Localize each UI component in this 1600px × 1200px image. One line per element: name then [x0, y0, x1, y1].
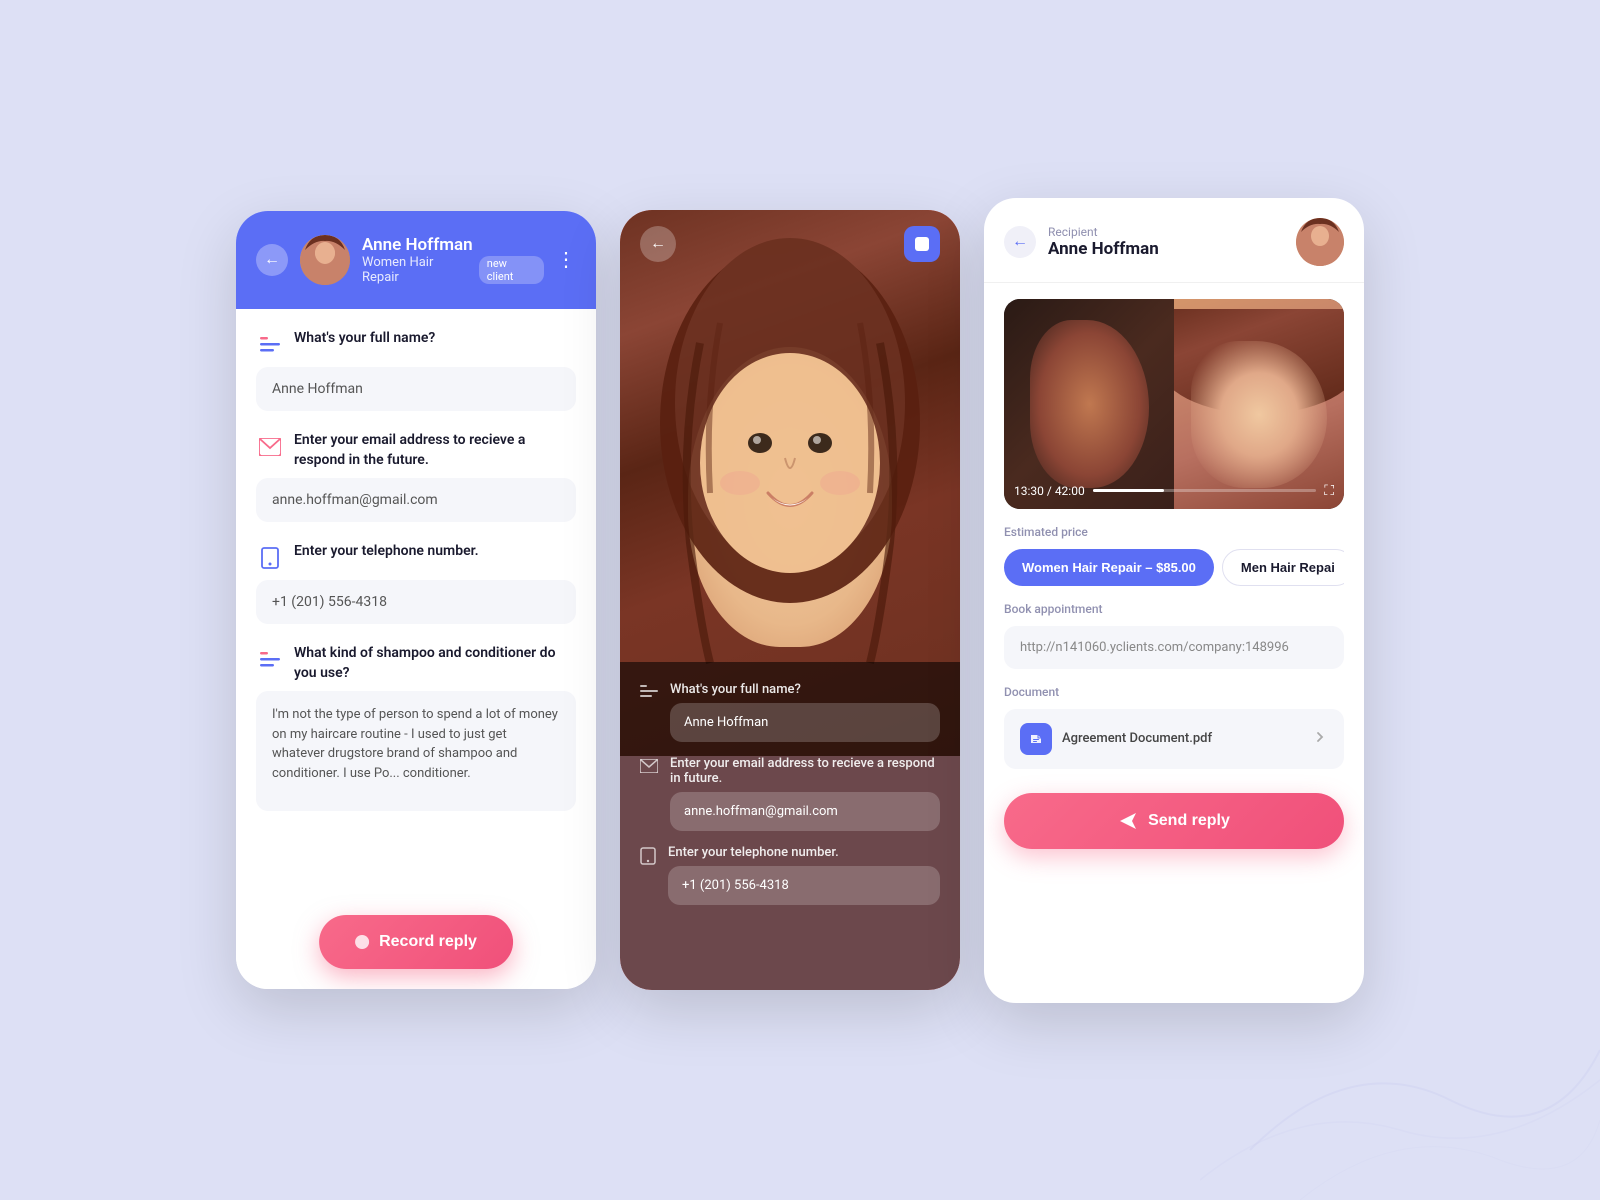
recipient-name: Anne Hoffman: [1048, 239, 1284, 259]
book-appointment-section: Book appointment http://n141060.yclients…: [1004, 602, 1344, 669]
send-reply-button[interactable]: Send reply: [1004, 793, 1344, 849]
phone-left-body: What's your full name? Anne Hoffman Ente…: [236, 309, 596, 989]
overlay-field-email: Enter your email address to recieve a re…: [640, 756, 940, 831]
form-field-name-row: What's your full name?: [256, 329, 576, 359]
price-tag-men[interactable]: Men Hair Repai: [1222, 549, 1344, 586]
price-tag-women[interactable]: Women Hair Repair – $85.00: [1004, 549, 1214, 586]
back-icon-middle: ←: [650, 235, 666, 253]
stop-icon: [915, 237, 929, 251]
form-icon-lines-2: [256, 646, 284, 674]
form-field-phone-row: Enter your telephone number.: [256, 542, 576, 572]
phone-middle-bg: ← What: [620, 210, 960, 990]
overlay-label-name: What's your full name?: [670, 682, 940, 697]
form-label-email: Enter your email address to recieve a re…: [294, 431, 576, 470]
overlay-input-name[interactable]: Anne Hoffman: [670, 703, 940, 742]
phone-right-header: ← Recipient Anne Hoffman: [984, 198, 1364, 283]
document-filename: Agreement Document.pdf: [1062, 731, 1302, 746]
form-icon-lines-1: [256, 331, 284, 359]
form-label-phone: Enter your telephone number.: [294, 542, 479, 562]
overlay-field-name: What's your full name? Anne Hoffman: [640, 682, 940, 742]
header-sub-left: Women Hair Repair new client: [362, 255, 544, 285]
form-icon-phone: [256, 544, 284, 572]
form-field-shampoo-row: What kind of shampoo and conditioner do …: [256, 644, 576, 683]
send-icon: [1118, 811, 1138, 831]
phone-middle-nav: ←: [620, 210, 960, 278]
back-button-middle[interactable]: ←: [640, 226, 676, 262]
overlay-label-email: Enter your email address to recieve a re…: [670, 756, 940, 786]
document-item[interactable]: Agreement Document.pdf: [1004, 709, 1344, 769]
form-textarea-shampoo[interactable]: I'm not the type of person to spend a lo…: [256, 691, 576, 811]
form-field-email: Enter your email address to recieve a re…: [256, 431, 576, 522]
new-client-badge: new client: [479, 256, 544, 284]
recipient-avatar: [1296, 218, 1344, 266]
form-input-phone[interactable]: +1 (201) 556-4318: [256, 580, 576, 624]
video-time-total: 42:00: [1055, 484, 1085, 498]
form-label-shampoo: What kind of shampoo and conditioner do …: [294, 644, 576, 683]
form-label-name: What's your full name?: [294, 329, 435, 349]
back-button-right[interactable]: ←: [1004, 226, 1036, 258]
video-time-separator: /: [1047, 484, 1055, 498]
back-button-left[interactable]: ←: [256, 244, 288, 276]
video-time: 13:30 / 42:00: [1014, 484, 1085, 498]
header-name-left: Anne Hoffman: [362, 235, 544, 255]
pdf-icon: [1020, 723, 1052, 755]
stop-button-middle[interactable]: [904, 226, 940, 262]
phone-middle: ← What: [620, 210, 960, 990]
phones-container: ← Anne Hoffman Women Hair Repair new cli…: [236, 198, 1364, 1003]
overlay-icon-email: [640, 758, 658, 777]
document-chevron-icon: [1312, 729, 1328, 749]
estimated-price-label: Estimated price: [1004, 525, 1344, 539]
price-tags: Women Hair Repair – $85.00 Men Hair Repa…: [1004, 549, 1344, 586]
document-label: Document: [1004, 685, 1344, 699]
back-icon-left: ←: [264, 251, 280, 269]
phone-right-body: 13:30 / 42:00 ⛶ Estimated price Women Ha…: [984, 283, 1364, 1003]
book-appointment-label: Book appointment: [1004, 602, 1344, 616]
recipient-label: Recipient: [1048, 225, 1284, 239]
header-subtitle-left: Women Hair Repair: [362, 255, 473, 285]
overlay-icon-lines-1: [640, 684, 658, 703]
recipient-info: Recipient Anne Hoffman: [1048, 225, 1284, 259]
document-section: Document Agreement Document.pdf: [1004, 685, 1344, 769]
record-button-container: Record reply: [319, 915, 513, 969]
overlay-label-phone: Enter your telephone number.: [668, 845, 940, 860]
header-info-left: Anne Hoffman Women Hair Repair new clien…: [362, 235, 544, 285]
video-controls: 13:30 / 42:00 ⛶: [1014, 483, 1334, 499]
video-preview[interactable]: 13:30 / 42:00 ⛶: [1004, 299, 1344, 509]
video-progress-fill: [1093, 489, 1165, 492]
avatar-face-left: [300, 235, 350, 285]
form-field-phone: Enter your telephone number. +1 (201) 55…: [256, 542, 576, 624]
form-field-shampoo: What kind of shampoo and conditioner do …: [256, 644, 576, 811]
form-field-email-row: Enter your email address to recieve a re…: [256, 431, 576, 470]
video-progress-bar[interactable]: [1093, 489, 1316, 492]
phone-left-header: ← Anne Hoffman Women Hair Repair new cli…: [236, 211, 596, 309]
overlay-input-phone[interactable]: +1 (201) 556-4318: [668, 866, 940, 905]
fullscreen-button[interactable]: ⛶: [1324, 483, 1334, 499]
phone-left: ← Anne Hoffman Women Hair Repair new cli…: [236, 211, 596, 989]
phone-right: ← Recipient Anne Hoffman: [984, 198, 1364, 1003]
record-reply-button[interactable]: Record reply: [319, 915, 513, 969]
more-icon-left: ⋮: [556, 249, 576, 271]
form-icon-email: [256, 433, 284, 461]
phone-middle-overlay: What's your full name? Anne Hoffman Ente…: [620, 662, 960, 990]
record-dot: [355, 935, 369, 949]
more-button-left[interactable]: ⋮: [556, 250, 576, 270]
avatar-left: [300, 235, 350, 285]
form-input-email[interactable]: anne.hoffman@gmail.com: [256, 478, 576, 522]
video-time-current: 13:30: [1014, 484, 1044, 498]
video-left: [1004, 299, 1174, 509]
form-field-name: What's your full name? Anne Hoffman: [256, 329, 576, 411]
book-appointment-url[interactable]: http://n141060.yclients.com/company:1489…: [1004, 626, 1344, 669]
send-reply-label: Send reply: [1148, 812, 1230, 830]
overlay-icon-phone: [640, 847, 656, 869]
overlay-input-email[interactable]: anne.hoffman@gmail.com: [670, 792, 940, 831]
overlay-field-phone: Enter your telephone number. +1 (201) 55…: [640, 845, 940, 905]
video-right: [1174, 299, 1344, 509]
back-icon-right: ←: [1012, 233, 1028, 251]
record-reply-label: Record reply: [379, 933, 477, 951]
form-input-name[interactable]: Anne Hoffman: [256, 367, 576, 411]
